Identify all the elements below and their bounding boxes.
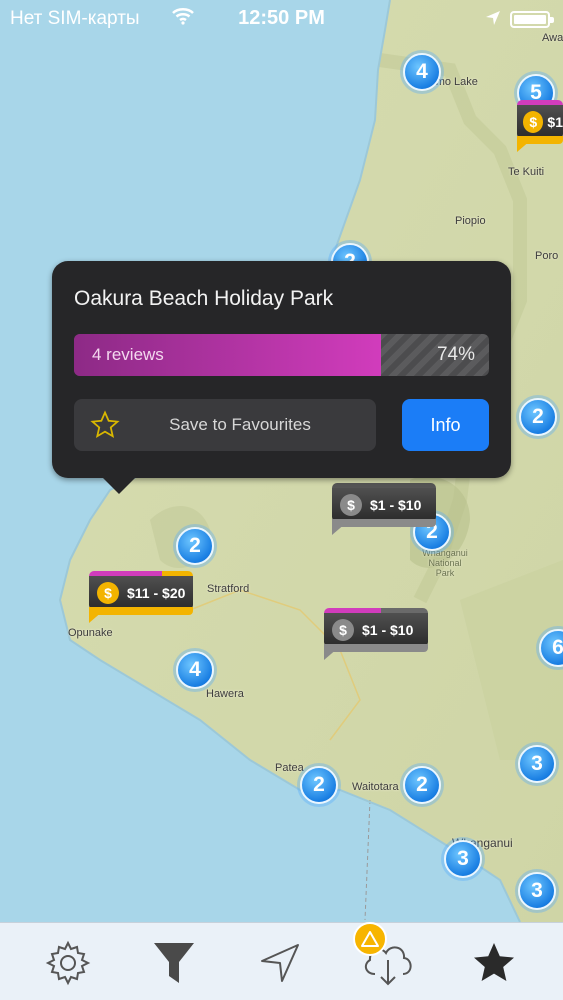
filter-icon xyxy=(154,943,194,983)
location-services-icon xyxy=(486,11,500,25)
price-label: $1 - $10 xyxy=(370,496,422,513)
coin-icon: $ xyxy=(523,110,544,133)
cluster-marker[interactable]: 2 xyxy=(176,527,214,565)
tab-settings[interactable] xyxy=(38,935,98,991)
price-pin[interactable]: $ $1 xyxy=(517,100,563,152)
rating-percent: 74% xyxy=(436,344,475,365)
coin-icon: $ xyxy=(97,581,119,604)
place-label: Stratford xyxy=(207,583,250,595)
star-icon xyxy=(474,943,514,981)
price-label: $1 xyxy=(547,113,563,130)
tab-nearby[interactable] xyxy=(250,935,310,991)
gear-icon xyxy=(45,940,91,986)
price-label: $11 - $20 xyxy=(127,584,186,601)
callout-pointer xyxy=(102,477,136,494)
info-button[interactable]: Info xyxy=(402,399,489,451)
tab-bar xyxy=(0,922,563,1000)
cluster-marker[interactable]: 2 xyxy=(403,766,441,804)
campsite-callout: Oakura Beach Holiday Park 4 reviews 74% … xyxy=(52,261,511,494)
status-bar: Нет SIM-карты 12:50 PM xyxy=(0,0,563,38)
tab-filter[interactable] xyxy=(144,935,204,991)
save-to-favourites-button[interactable]: Save to Favourites xyxy=(74,399,376,451)
rating-bar: 4 reviews 74% xyxy=(74,334,489,376)
place-label: Opunake xyxy=(68,627,113,639)
place-label: Te Kuiti xyxy=(508,166,545,178)
cluster-marker[interactable]: 4 xyxy=(403,53,441,91)
location-arrow-icon xyxy=(261,944,299,982)
reviews-count: 4 reviews xyxy=(92,345,164,364)
place-label: Piopio xyxy=(455,215,486,227)
star-outline-icon xyxy=(90,410,120,439)
price-pin[interactable]: $ $1 - $10 xyxy=(324,608,428,660)
cluster-marker[interactable]: 4 xyxy=(176,651,214,689)
warning-badge xyxy=(353,922,387,956)
tab-favourites[interactable] xyxy=(464,935,524,991)
coin-icon: $ xyxy=(340,493,362,516)
cluster-marker[interactable]: 3 xyxy=(518,745,556,783)
place-label: Whanganui National Park xyxy=(422,548,468,578)
battery-icon xyxy=(510,11,554,28)
cluster-marker[interactable]: 2 xyxy=(300,766,338,804)
place-label: Waitotara xyxy=(352,781,399,793)
clock: 12:50 PM xyxy=(238,7,325,29)
cluster-marker[interactable]: 3 xyxy=(444,840,482,878)
warning-icon xyxy=(361,931,379,947)
cluster-marker[interactable]: 3 xyxy=(518,872,556,910)
coin-icon: $ xyxy=(332,618,354,641)
place-label: Poro xyxy=(535,250,559,262)
place-label: Hawera xyxy=(206,688,244,700)
campsite-title: Oakura Beach Holiday Park xyxy=(74,287,334,310)
price-pin[interactable]: $ $11 - $20 xyxy=(89,571,193,623)
price-pin[interactable]: $ $1 - $10 xyxy=(332,483,436,535)
place-label: Patea xyxy=(275,762,304,774)
price-label: $1 - $10 xyxy=(362,621,414,638)
cluster-marker[interactable]: 2 xyxy=(519,398,557,436)
